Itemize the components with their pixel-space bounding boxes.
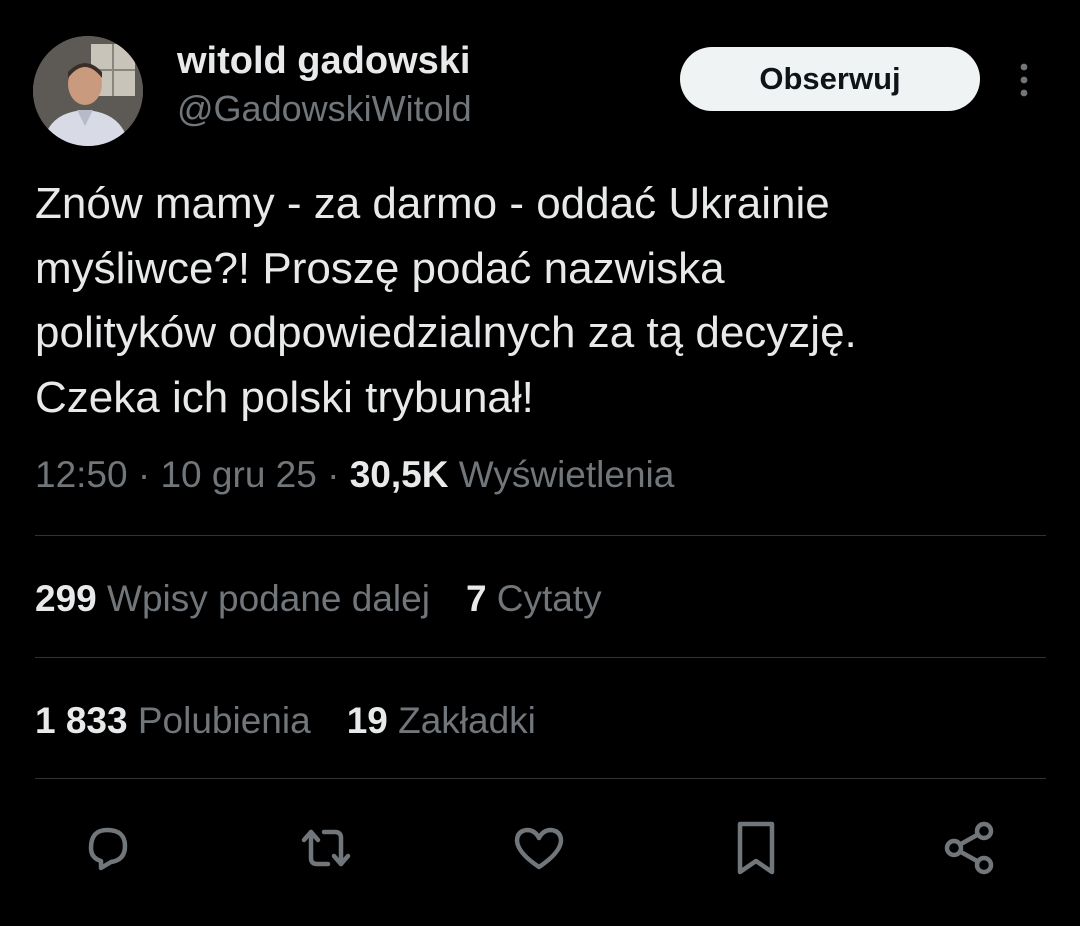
- meta-separator: ·: [316, 454, 350, 495]
- bookmark-button[interactable]: [726, 818, 786, 878]
- stats-row-reposts: 299 Wpisy podane dalej 7 Cytaty: [35, 578, 602, 620]
- quotes-stat[interactable]: 7 Cytaty: [466, 578, 602, 620]
- reply-button[interactable]: [77, 818, 137, 878]
- repost-icon: [301, 829, 351, 867]
- tweet-time[interactable]: 12:50: [35, 454, 128, 495]
- tweet-date[interactable]: 10 gru 25: [160, 454, 316, 495]
- bookmarks-count: 19: [346, 700, 388, 741]
- bookmarks-stat[interactable]: 19 Zakładki: [347, 700, 536, 742]
- tweet-meta: 12:50 · 10 gru 25 · 30,5K Wyświetlenia: [35, 454, 674, 496]
- bookmarks-label: Zakładki: [398, 700, 536, 741]
- avatar-photo: [33, 36, 143, 146]
- tweet-text: Znów mamy - za darmo - oddać Ukrainie my…: [35, 179, 857, 422]
- follow-button[interactable]: Obserwuj: [680, 47, 980, 111]
- divider: [35, 657, 1046, 658]
- like-icon: [514, 827, 564, 870]
- avatar[interactable]: [33, 36, 143, 146]
- repost-button[interactable]: [296, 818, 356, 878]
- more-vertical-icon: [1020, 63, 1028, 97]
- quotes-label: Cytaty: [496, 578, 602, 619]
- share-button[interactable]: [940, 818, 1000, 878]
- author-handle[interactable]: @GadowskiWitold: [177, 88, 472, 130]
- meta-separator: ·: [127, 454, 161, 495]
- reposts-stat[interactable]: 299 Wpisy podane dalej: [35, 578, 430, 620]
- likes-stat[interactable]: 1 833 Polubienia: [35, 700, 311, 742]
- reposts-count: 299: [35, 578, 97, 619]
- share-icon: [944, 821, 994, 875]
- divider: [35, 535, 1046, 536]
- views-count: 30,5K: [349, 454, 449, 495]
- more-options-button[interactable]: [1004, 58, 1044, 102]
- like-button[interactable]: [509, 818, 569, 878]
- likes-label: Polubienia: [137, 700, 311, 741]
- reply-icon: [88, 827, 128, 871]
- quotes-count: 7: [465, 578, 487, 619]
- reposts-label: Wpisy podane dalej: [107, 578, 430, 619]
- likes-count: 1 833: [35, 700, 128, 741]
- views-label: Wyświetlenia: [458, 454, 675, 495]
- stats-row-likes: 1 833 Polubienia 19 Zakładki: [35, 700, 536, 742]
- divider: [35, 778, 1046, 779]
- bookmark-icon: [737, 821, 775, 875]
- author-display-name[interactable]: witold gadowski: [177, 40, 470, 83]
